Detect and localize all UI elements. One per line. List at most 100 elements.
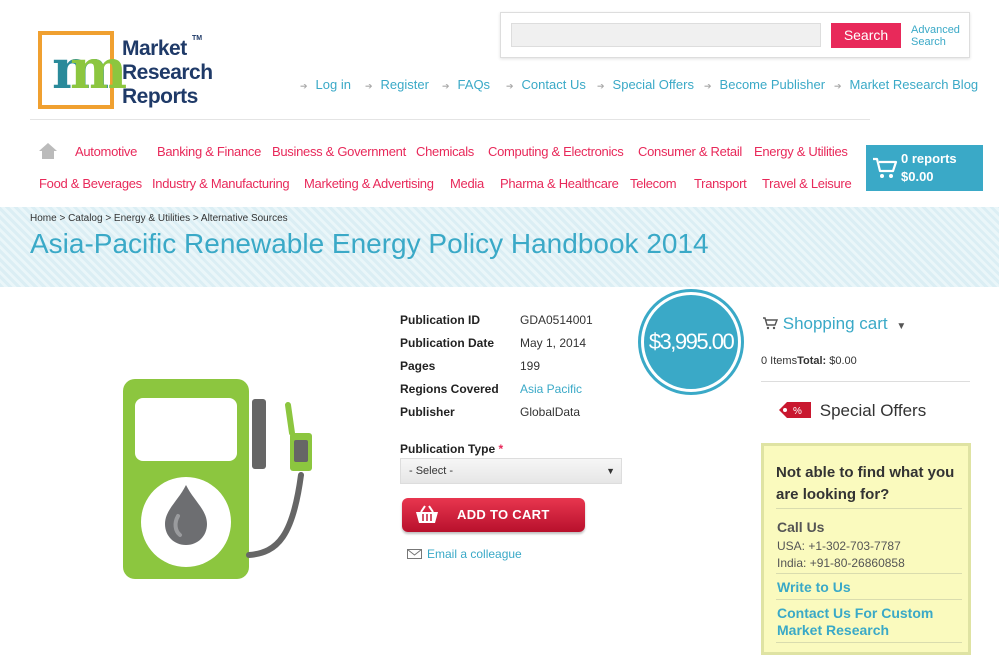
nav-special-offers[interactable]: ➔ Special Offers [597, 77, 694, 92]
search-input[interactable] [511, 23, 821, 47]
detail-label: Publisher [400, 405, 455, 419]
logo-letter-overlay: m [70, 37, 128, 101]
advanced-search-link[interactable]: Advanced Search [911, 24, 960, 48]
category-chemicals[interactable]: Chemicals [416, 144, 474, 159]
write-to-us-link[interactable]: Write to Us [777, 579, 851, 596]
cart-icon [763, 317, 779, 330]
category-consumer-retail[interactable]: Consumer & Retail [638, 144, 742, 159]
logo-trademark: TM [192, 35, 203, 42]
page-title: Asia-Pacific Renewable Energy Policy Han… [30, 228, 709, 259]
nav-contact-us[interactable]: ➔ Contact Us [506, 77, 586, 92]
phone-india: India: +91-80-26860858 [777, 556, 905, 570]
category-business-government[interactable]: Business & Government [272, 144, 406, 159]
nav-login[interactable]: ➔ Log in [300, 77, 351, 92]
logo-mark: m m [38, 31, 127, 109]
chevron-down-icon: ▼ [896, 321, 907, 332]
header-cart-summary: 0 reports $0.00 [901, 150, 957, 186]
category-marketing-advertising[interactable]: Marketing & Advertising [304, 176, 434, 191]
cart-total-label: Total: [797, 355, 827, 367]
custom-research-link[interactable]: Contact Us For Custom Market Research [777, 605, 967, 639]
price-tag-icon: % [779, 402, 811, 418]
category-pharma-healthcare[interactable]: Pharma & Healthcare [500, 176, 619, 191]
region-link[interactable]: Asia Pacific [520, 382, 582, 396]
publication-type-select[interactable]: - Select - ▼ [400, 458, 622, 484]
email-colleague-label: Email a colleague [427, 547, 522, 561]
required-marker: * [498, 442, 504, 456]
nav-register[interactable]: ➔ Register [365, 77, 429, 92]
nav-login-label: Log in [315, 77, 351, 92]
category-media[interactable]: Media [450, 176, 484, 191]
site-logo[interactable]: m m Market Research Reports TM [38, 31, 213, 111]
arrow-icon: ➔ [506, 81, 514, 91]
help-box: Not able to find what you are looking fo… [761, 443, 971, 655]
search-button[interactable]: Search [831, 23, 901, 48]
logo-wordmark: Market Research Reports [122, 37, 213, 109]
category-automotive[interactable]: Automotive [75, 144, 137, 159]
sidebar-divider [761, 381, 970, 382]
nav-faqs[interactable]: ➔ FAQs [442, 77, 490, 92]
title-banner: Home > Catalog > Energy & Utilities > Al… [0, 207, 999, 287]
category-travel-leisure[interactable]: Travel & Leisure [762, 176, 852, 191]
arrow-icon: ➔ [597, 81, 605, 91]
nav-faqs-label: FAQs [457, 77, 491, 92]
detail-value: May 1, 2014 [520, 336, 587, 350]
help-divider [776, 573, 962, 574]
nav-blog[interactable]: ➔ Market Research Blog [834, 77, 978, 92]
help-question: Not able to find what you are looking fo… [776, 464, 955, 503]
basket-icon [416, 505, 438, 523]
add-to-cart-label: ADD TO CART [457, 507, 550, 522]
envelope-icon [407, 549, 422, 559]
detail-value: GDA0514001 [520, 313, 593, 327]
header-cart-count: 0 reports [901, 151, 957, 166]
publication-type-label: Publication Type * [400, 442, 503, 456]
arrow-icon: ➔ [834, 81, 842, 91]
arrow-icon: ➔ [442, 81, 450, 91]
header-cart-total: $0.00 [901, 169, 934, 184]
category-banking-finance[interactable]: Banking & Finance [157, 144, 261, 159]
arrow-icon: ➔ [365, 81, 373, 91]
category-transport[interactable]: Transport [694, 176, 747, 191]
help-divider [776, 599, 962, 600]
category-computing-electronics[interactable]: Computing & Electronics [488, 144, 624, 159]
help-divider [776, 508, 962, 509]
help-divider [776, 642, 962, 643]
home-icon[interactable] [38, 142, 58, 160]
arrow-icon: ➔ [300, 81, 308, 91]
chevron-down-icon: ▼ [606, 466, 615, 476]
category-industry-manufacturing[interactable]: Industry & Manufacturing [152, 176, 290, 191]
shopping-cart-summary: 0 ItemsTotal: $0.00 [761, 355, 857, 367]
nav-contact-label: Contact Us [521, 77, 586, 92]
price-badge: $3,995.00 [641, 292, 741, 392]
add-to-cart-button[interactable]: ADD TO CART [402, 498, 585, 532]
detail-label: Pages [400, 359, 436, 373]
nav-special-offers-label: Special Offers [612, 77, 694, 92]
detail-value: 199 [520, 359, 541, 373]
category-telecom[interactable]: Telecom [630, 176, 677, 191]
email-colleague-link[interactable]: Email a colleague [407, 547, 522, 561]
nav-become-publisher[interactable]: ➔ Become Publisher [704, 77, 825, 92]
publication-type-text: Publication Type [400, 442, 496, 456]
special-offers-title: Special Offers [819, 401, 927, 420]
detail-value: GlobalData [520, 405, 581, 419]
select-value: - Select - [409, 465, 454, 477]
nav-register-label: Register [380, 77, 429, 92]
header-cart-button[interactable]: 0 reports $0.00 [866, 145, 983, 191]
header-divider [30, 119, 870, 120]
shopping-cart-toggle[interactable]: Shopping cart ▼ [762, 314, 906, 334]
phone-usa: USA: +1-302-703-7787 [777, 539, 901, 553]
category-food-beverages[interactable]: Food & Beverages [39, 176, 142, 191]
category-energy-utilities[interactable]: Energy & Utilities [754, 144, 848, 159]
detail-label: Publication Date [400, 336, 495, 350]
special-offers-link[interactable]: % Special Offers [775, 400, 926, 421]
detail-label: Regions Covered [400, 382, 499, 396]
nav-become-publisher-label: Become Publisher [719, 77, 826, 92]
advanced-search-label-2: Search [911, 36, 946, 48]
call-us-heading: Call Us [777, 519, 825, 535]
cart-items-count: 0 Items [761, 355, 798, 367]
arrow-icon: ➔ [704, 81, 712, 91]
nav-blog-label: Market Research Blog [849, 77, 979, 92]
logo-word-research: Research [122, 61, 213, 84]
cart-icon [873, 157, 898, 178]
breadcrumb[interactable]: Home > Catalog > Energy & Utilities > Al… [30, 213, 288, 224]
svg-text:%: % [793, 406, 802, 417]
